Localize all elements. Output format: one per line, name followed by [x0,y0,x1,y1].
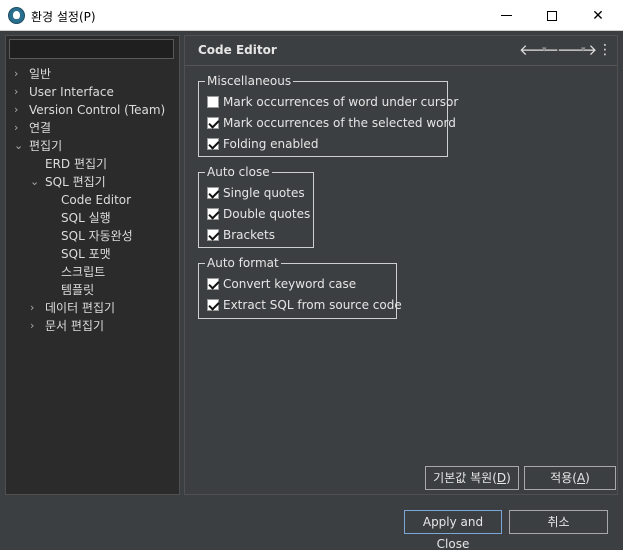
more-menu-icon[interactable]: ⋮ [598,40,612,60]
checkbox-box[interactable] [207,187,219,199]
chevron-right-icon[interactable]: › [14,65,24,83]
tree-item-label: 템플릿 [61,283,95,297]
chevron-down-icon[interactable]: ⌄ [14,137,24,155]
checkbox-box[interactable] [207,117,219,129]
minimize-icon [500,15,512,16]
tree-item-label: Code Editor [61,193,132,207]
tree-item-label: SQL 포맷 [61,247,111,261]
checkbox-box[interactable] [207,208,219,220]
tree-item-label: Version Control (Team) [29,103,166,117]
apply-button[interactable]: 적용(A) [524,466,616,490]
maximize-icon [547,10,557,21]
minimize-button[interactable] [483,0,529,31]
page-header: Code Editor 🡐 ▾ 🡒 ▾ ⋮ [185,36,617,66]
checkbox-label: Folding enabled [223,137,319,151]
tree-item-label: 문서 편집기 [45,319,105,333]
button-mnemonic: D [496,471,507,485]
window-title: 환경 설정(P) [31,10,96,24]
chevron-down-icon[interactable]: ▾ [581,42,586,58]
group-legend: Auto format [205,255,281,271]
chevron-right-icon[interactable]: › [14,119,24,137]
preferences-tree-panel: › 일반 › User Interface › Version Control … [5,35,180,495]
page-title: Code Editor [198,43,277,57]
checkbox-box[interactable] [207,278,219,290]
arrow-left-icon[interactable]: 🡐 [519,40,559,60]
button-label: 기본값 복원 [433,471,493,485]
checkbox-box[interactable] [207,299,219,311]
preference-page-panel: Code Editor 🡐 ▾ 🡒 ▾ ⋮ Miscellaneous Mark… [184,35,618,495]
apply-and-close-button[interactable]: Apply and Close [404,510,502,550]
arrow-right-icon[interactable]: 🡒 [557,40,597,60]
checkbox-box[interactable] [207,96,219,108]
restore-defaults-button[interactable]: 기본값 복원(D) [425,466,519,490]
chevron-down-icon[interactable]: ▾ [542,42,547,58]
checkbox-label: Single quotes [223,186,305,200]
chevron-right-icon[interactable]: › [14,83,24,101]
miscellaneous-group: Miscellaneous Mark occurrences of word u… [198,73,458,157]
checkbox-label: Extract SQL from source code [223,298,402,312]
chevron-right-icon[interactable]: › [30,317,40,335]
chevron-right-icon[interactable]: › [14,101,24,119]
checkbox-label: Mark occurrences of word under cursor [223,95,459,109]
checkbox-box[interactable] [207,229,219,241]
tree-item-label: SQL 편집기 [45,175,106,189]
filter-input[interactable] [9,39,174,59]
chevron-right-icon[interactable]: › [30,299,40,317]
maximize-button[interactable] [529,0,575,31]
tree-item-label: 연결 [29,121,52,135]
app-logo-icon [8,7,25,24]
auto-format-group: Auto format Convert keyword case Extract… [198,255,402,319]
group-legend: Miscellaneous [205,73,294,89]
checkbox-label: Convert keyword case [223,277,357,291]
tree-item-label: 데이터 편집기 [45,301,116,315]
tree-item-label: 편집기 [29,139,63,153]
button-label: 적용 [550,471,573,485]
tree-item-label: User Interface [29,85,114,99]
tree-item-label: SQL 자동완성 [61,229,133,243]
tree-item-label: 일반 [29,67,52,81]
tree-item-label: 스크립트 [61,265,106,279]
cancel-button[interactable]: 취소 [509,510,608,534]
group-legend: Auto close [205,164,272,180]
close-icon: ✕ [592,7,604,24]
checkbox-label: Mark occurrences of the selected word [223,116,456,130]
chevron-down-icon[interactable]: ⌄ [30,173,40,191]
button-mnemonic: A [576,471,586,485]
close-button[interactable]: ✕ [575,0,621,31]
tree-item-label: ERD 편집기 [45,157,108,171]
tree-item-label: SQL 실행 [61,211,111,225]
checkbox-label: Brackets [223,228,275,242]
checkbox-label: Double quotes [223,207,311,221]
checkbox-box[interactable] [207,138,219,150]
auto-close-group: Auto close Single quotes Double quotes B… [198,164,314,248]
title-bar: 환경 설정(P) ✕ [0,0,623,31]
